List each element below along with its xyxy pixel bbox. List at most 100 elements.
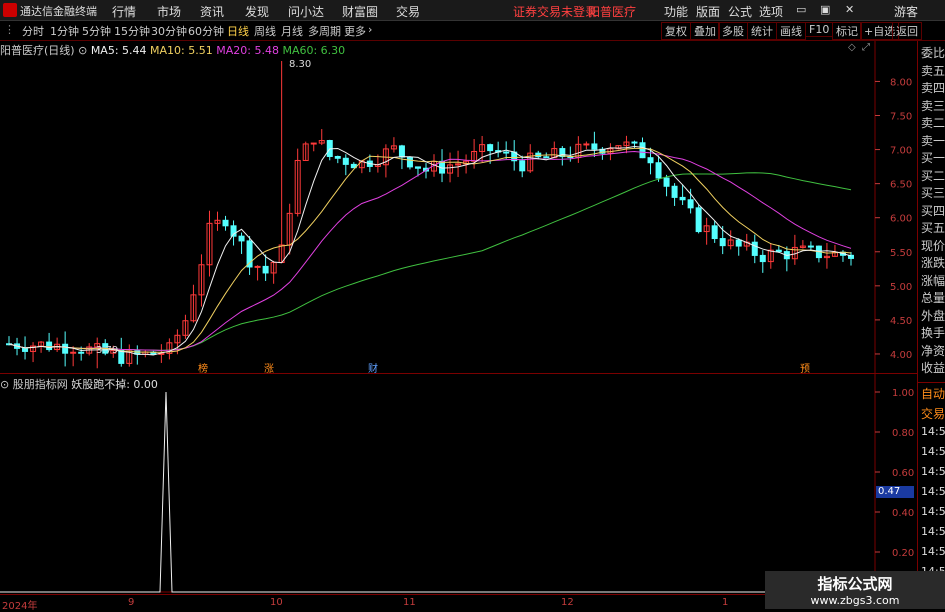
btn-f10[interactable]: F10	[805, 22, 834, 37]
auto-trade-label[interactable]: 交易	[921, 405, 945, 422]
close-icon[interactable]: ✕	[845, 3, 854, 16]
candle-body	[334, 155, 341, 159]
indicator-current-value: 0.47	[876, 486, 914, 498]
indicator-tick: 0.60	[892, 468, 914, 479]
candle-body	[398, 145, 405, 158]
candle-body	[679, 196, 686, 201]
side-panel-label: 买三	[921, 186, 945, 200]
side-panel-label: 卖二	[921, 116, 945, 130]
btn-fanhui[interactable]: 返回	[892, 22, 922, 40]
period-multi[interactable]: 多周期	[308, 23, 341, 39]
side-panel-label: 卖一	[921, 133, 945, 148]
period-fenshi[interactable]: 分时	[22, 23, 44, 39]
period-15min[interactable]: 15分钟	[114, 23, 150, 39]
x-tick: 2024年	[2, 601, 38, 612]
candle-body	[719, 238, 726, 247]
candle-body	[655, 162, 662, 179]
menu-shichang[interactable]: 市场	[157, 3, 181, 20]
candle-body	[639, 142, 646, 159]
indicator-chart[interactable]: 1.00 0.80 0.60 0.40 0.20	[0, 374, 917, 594]
indicator-tick: 0.40	[892, 508, 914, 519]
menu-jiaoyi[interactable]: 交易	[396, 3, 420, 20]
x-tick: 1	[722, 597, 729, 608]
candle-body	[711, 225, 718, 240]
period-1min[interactable]: 1分钟	[50, 23, 79, 39]
stock-name-label: 阳普医疗	[588, 5, 637, 19]
restore-icon[interactable]: ▣	[820, 3, 830, 16]
candle-body	[519, 160, 526, 172]
candle-body	[671, 185, 678, 198]
candle-body	[78, 351, 85, 354]
candle-body	[735, 239, 742, 247]
btn-fuquan[interactable]: 复权	[661, 22, 691, 40]
candle-body	[222, 219, 229, 227]
x-tick: 11	[403, 597, 416, 608]
indicator-tick: 0.80	[892, 428, 914, 439]
period-monthly[interactable]: 月线	[281, 23, 303, 39]
ma20-line	[8, 151, 852, 351]
candle-body	[591, 143, 598, 150]
menu-xuanxiang[interactable]: 选项	[759, 3, 783, 20]
x-tick: 12	[561, 597, 574, 608]
period-60min[interactable]: 60分钟	[188, 23, 224, 39]
candle-body	[687, 199, 694, 209]
menu-gongneng[interactable]: 功能	[664, 3, 688, 20]
tick-time: 14:56	[921, 445, 945, 458]
guest-label[interactable]: 游客	[894, 3, 918, 20]
side-panel-label: 总量	[921, 291, 945, 305]
candle-body	[543, 156, 550, 159]
price-tick: 4.50	[890, 316, 912, 327]
candle-body	[70, 351, 77, 354]
candle-body	[262, 265, 269, 274]
auto-trade-label[interactable]: 自动	[921, 385, 945, 402]
quote-side-panel: 委比 卖五 卖四 卖三 卖二 卖一 买一 买二 买三 买四 买五 现价 涨跌 涨幅 总量 外盘 换手 净资 收益 自…	[917, 41, 945, 609]
chevron-right-icon[interactable]: ›	[368, 23, 372, 36]
period-daily[interactable]: 日线	[227, 23, 249, 39]
high-price-label: 8.30	[289, 59, 312, 70]
login-notice[interactable]: 证券交易未登录	[513, 3, 597, 20]
menu-hangqing[interactable]: 行情	[112, 3, 136, 20]
tick-time: 14:56	[921, 425, 945, 438]
tick-time: 14:56	[921, 545, 945, 558]
menu-banmian[interactable]: 版面	[696, 3, 720, 20]
menu-gongshi[interactable]: 公式	[728, 3, 752, 20]
candle-body	[238, 235, 245, 242]
menu-wenxiaoda[interactable]: 问小达	[288, 3, 324, 20]
side-panel-label: 外盘	[921, 308, 945, 323]
btn-diejia[interactable]: 叠加	[690, 22, 720, 40]
menu-caifuquan[interactable]: 财富圈	[342, 3, 378, 20]
indicator-tick: 1.00	[892, 388, 914, 399]
period-30min[interactable]: 30分钟	[151, 23, 187, 39]
price-tick: 7.50	[890, 112, 912, 123]
price-tick: 6.50	[890, 180, 912, 191]
period-toolbar: ⋮ 分时 1分钟 5分钟 15分钟 30分钟 60分钟 日线 周线 月线 多周期…	[0, 21, 945, 41]
candle-body	[414, 166, 421, 169]
candle-body	[751, 241, 758, 256]
candle-body	[807, 245, 814, 248]
candle-body	[310, 142, 317, 145]
x-tick: 9	[128, 597, 135, 608]
minimize-icon[interactable]: ▭	[796, 3, 806, 16]
app-logo-icon	[3, 3, 17, 17]
period-weekly[interactable]: 周线	[254, 23, 276, 39]
candles	[6, 61, 854, 369]
candle-body	[631, 141, 638, 144]
menu-faxian[interactable]: 发现	[245, 3, 269, 20]
menu-zixun[interactable]: 资讯	[200, 3, 224, 20]
candle-body	[503, 151, 510, 154]
price-tick: 7.00	[890, 146, 912, 157]
btn-biaoji[interactable]: 标记	[832, 22, 862, 40]
tick-time: 14:56	[921, 505, 945, 518]
side-panel-label: 净资	[921, 343, 945, 358]
period-more[interactable]: 更多	[344, 23, 366, 39]
x-axis: 2024年 9 10 11 12 1	[0, 594, 875, 612]
candle-body	[118, 349, 125, 364]
btn-tongji[interactable]: 统计	[747, 22, 777, 40]
candle-body	[695, 207, 702, 233]
btn-huaxian[interactable]: 画线	[776, 22, 806, 40]
kline-chart[interactable]: 8.00 7.50 7.00 6.50 6.00 5.50 5.00 4.50 4.00	[0, 41, 917, 373]
period-5min[interactable]: 5分钟	[82, 23, 111, 39]
watermark-title: 指标公式网	[817, 575, 893, 593]
btn-duogu[interactable]: 多股	[718, 22, 748, 40]
menu-bar: 通达信金融终端 行情 市场 资讯 发现 问小达 财富圈 交易 证券交易未登录 阳…	[0, 0, 945, 21]
